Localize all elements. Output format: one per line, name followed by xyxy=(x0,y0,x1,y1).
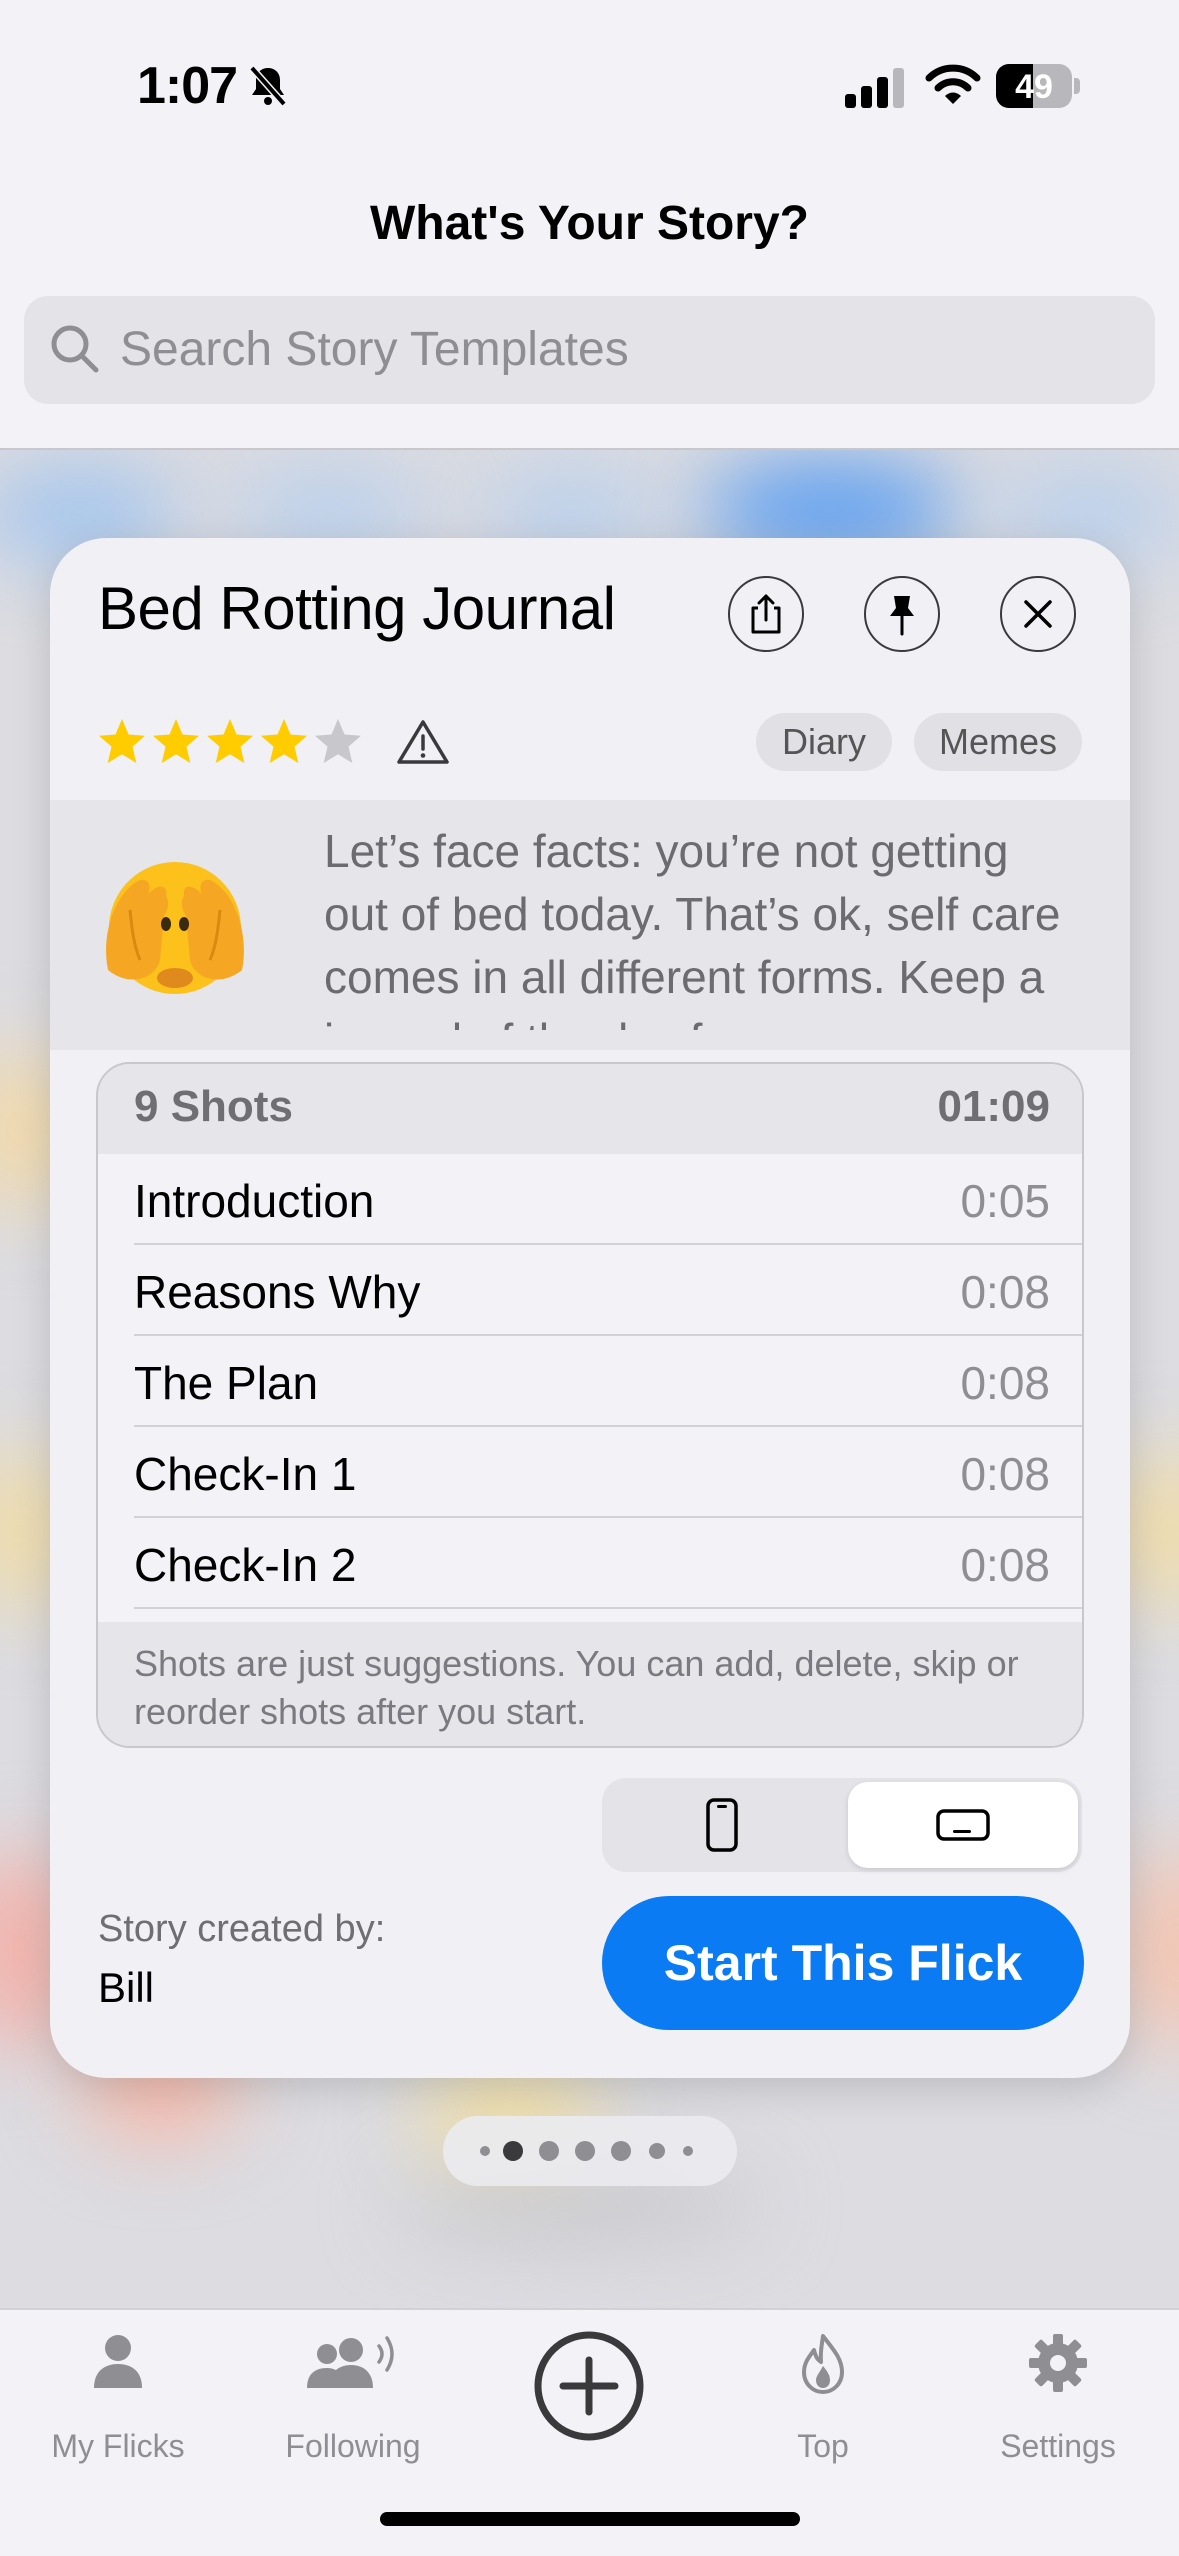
page-dot[interactable] xyxy=(683,2146,693,2156)
shot-row[interactable]: Reasons Why 0:08 xyxy=(98,1245,1082,1336)
search-icon xyxy=(51,325,99,373)
shot-row[interactable]: The Plan 0:08 xyxy=(98,1336,1082,1427)
shot-duration: 0:08 xyxy=(960,1266,1050,1318)
tab-label: Following xyxy=(285,2428,421,2464)
shot-duration: 0:08 xyxy=(960,1539,1050,1591)
gear-icon xyxy=(1029,2334,1087,2392)
shot-name: The Plan xyxy=(134,1357,319,1409)
page-dot[interactable] xyxy=(649,2143,665,2159)
shots-list: 9 Shots 01:09 Introduction 0:05 Reasons … xyxy=(96,1062,1084,1748)
close-icon xyxy=(1024,600,1052,628)
description-text: Let’s face facts: you’re not getting out… xyxy=(324,825,1061,1030)
page-dot[interactable] xyxy=(480,2146,490,2156)
flame-icon xyxy=(802,2334,844,2394)
share-button[interactable] xyxy=(728,576,804,652)
tab-my-flicks[interactable]: My Flicks xyxy=(18,2310,218,2490)
shot-row[interactable]: Check-In 2 0:08 xyxy=(98,1518,1082,1609)
star-filled-icon[interactable] xyxy=(96,716,148,768)
created-by-name: Bill xyxy=(98,1964,155,2011)
shot-duration: 0:08 xyxy=(960,1357,1050,1409)
tab-label: Top xyxy=(797,2428,849,2464)
shot-name: Introduction xyxy=(134,1175,375,1227)
bell-slash-icon xyxy=(249,65,287,107)
share-icon xyxy=(751,594,781,634)
cellular-signal-icon xyxy=(845,68,904,108)
pin-button[interactable] xyxy=(864,576,940,652)
shot-row[interactable]: Check-In 1 0:08 xyxy=(98,1427,1082,1518)
phone-portrait-icon xyxy=(706,1798,738,1852)
status-time: 1:07 xyxy=(137,57,238,115)
shot-name: Check-In 1 xyxy=(134,1448,357,1500)
page-dot[interactable] xyxy=(611,2141,631,2161)
battery-indicator: 49 xyxy=(996,64,1080,108)
face-with-hands-over-eyes-icon xyxy=(106,862,244,994)
tab-label: My Flicks xyxy=(51,2428,185,2464)
shot-row[interactable]: Introduction 0:05 xyxy=(98,1154,1082,1245)
plus-circle-icon[interactable] xyxy=(533,2330,645,2442)
landscape-option[interactable] xyxy=(848,1782,1078,1868)
tag-chip[interactable]: Memes xyxy=(914,713,1082,771)
star-filled-icon[interactable] xyxy=(150,716,202,768)
tab-label: Settings xyxy=(1000,2428,1116,2464)
search-input[interactable]: Search Story Templates xyxy=(24,296,1155,404)
star-rating[interactable] xyxy=(96,716,364,768)
star-empty-icon[interactable] xyxy=(312,716,364,768)
shots-header: 9 Shots 01:09 xyxy=(98,1064,1082,1154)
pin-icon xyxy=(890,596,914,636)
orientation-toggle xyxy=(602,1778,1082,1872)
wifi-icon xyxy=(925,64,981,104)
page-indicator[interactable] xyxy=(443,2116,737,2186)
person-icon xyxy=(94,2335,142,2388)
tab-settings[interactable]: Settings xyxy=(958,2310,1158,2490)
shots-footer-note: Shots are just suggestions. You can add,… xyxy=(98,1622,1082,1746)
shot-name: Reasons Why xyxy=(134,1266,421,1318)
start-flick-button[interactable]: Start This Flick xyxy=(602,1896,1084,2030)
battery-percent: 49 xyxy=(1015,68,1053,106)
star-filled-icon[interactable] xyxy=(204,716,256,768)
shots-total-duration: 01:09 xyxy=(937,1082,1050,1131)
shot-duration: 0:08 xyxy=(960,1448,1050,1500)
search-placeholder: Search Story Templates xyxy=(120,323,629,376)
page-dot[interactable] xyxy=(539,2141,559,2161)
shots-count: 9 Shots xyxy=(134,1082,293,1131)
star-filled-icon[interactable] xyxy=(258,716,310,768)
close-button[interactable] xyxy=(1000,576,1076,652)
portrait-option[interactable] xyxy=(602,1778,842,1872)
story-template-card: Bed Rotting Journal Diary Memes Let’s fa… xyxy=(50,538,1130,2078)
people-icon xyxy=(307,2336,394,2388)
shot-name: Check-In 2 xyxy=(134,1539,357,1591)
card-title: Bed Rotting Journal xyxy=(98,575,616,642)
home-indicator xyxy=(380,2512,800,2526)
page-dot-active[interactable] xyxy=(503,2141,523,2161)
description-section: Let’s face facts: you’re not getting out… xyxy=(50,800,1130,1050)
page-title: What's Your Story? xyxy=(369,197,809,250)
report-warning-icon[interactable] xyxy=(396,718,450,766)
page-dot[interactable] xyxy=(575,2141,595,2161)
created-by-label: Story created by: xyxy=(98,1908,386,1950)
shot-duration: 0:05 xyxy=(960,1175,1050,1227)
status-bar: 1:07 49 xyxy=(0,0,1179,170)
tab-top[interactable]: Top xyxy=(723,2310,923,2490)
tag-chip[interactable]: Diary xyxy=(756,713,892,771)
tab-following[interactable]: Following xyxy=(253,2310,453,2490)
phone-landscape-icon xyxy=(936,1809,990,1841)
